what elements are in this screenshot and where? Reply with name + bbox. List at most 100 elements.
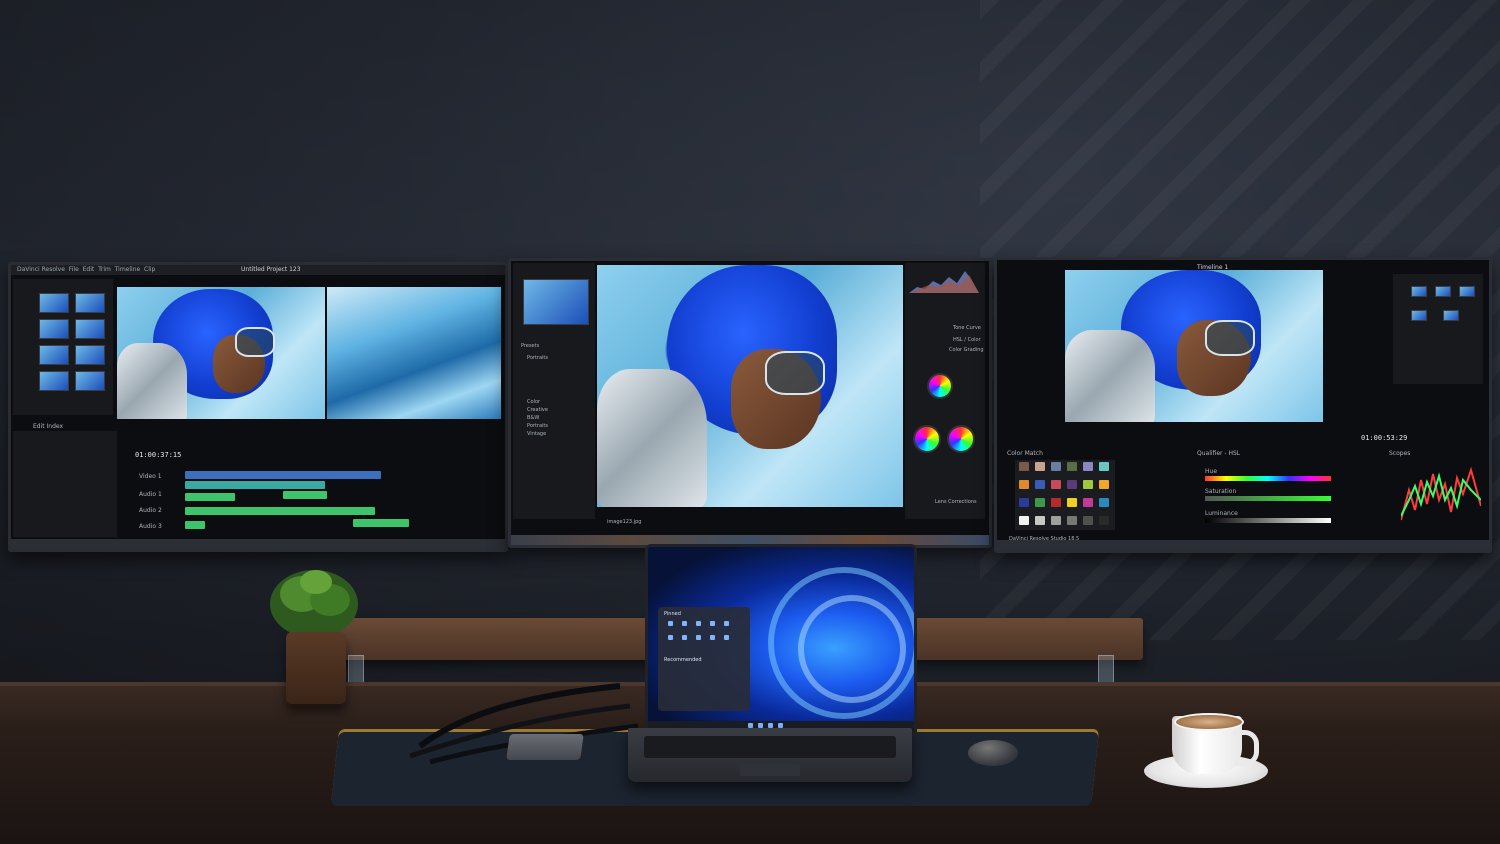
main-photo-viewer[interactable] [597,265,903,507]
swatch[interactable] [1019,480,1029,489]
media-thumbnail[interactable] [39,293,69,313]
node-graph[interactable] [1393,274,1483,384]
swatch[interactable] [1019,462,1029,471]
media-thumbnail[interactable] [39,371,69,391]
audio-clip[interactable] [283,491,327,499]
swatch[interactable] [1083,498,1093,507]
swatch[interactable] [1051,498,1061,507]
usb-hub [506,734,584,760]
app-icon[interactable] [710,635,715,640]
menu-item[interactable]: Trim [98,266,111,273]
swatch[interactable] [1019,498,1029,507]
app-icon[interactable] [682,635,687,640]
media-thumbnail[interactable] [75,319,105,339]
app-icon[interactable] [696,635,701,640]
node[interactable] [1411,286,1427,297]
video-clip[interactable] [185,481,325,489]
menu-item[interactable]: File [69,266,79,273]
swatch[interactable] [1083,516,1093,525]
navigator-thumbnail[interactable] [523,279,589,325]
start-menu[interactable]: Pinned Recommended [658,607,750,711]
media-thumbnail[interactable] [75,293,105,313]
cup-handle [1234,730,1259,766]
swatch[interactable] [1051,462,1061,471]
project-title: Untitled Project 123 [241,266,301,273]
app-icon[interactable] [668,635,673,640]
node[interactable] [1435,286,1451,297]
preset-item[interactable]: Portraits [527,355,548,361]
panel-label[interactable]: HSL / Color [953,337,981,343]
media-thumbnail[interactable] [39,345,69,365]
app-icon[interactable] [710,621,715,626]
laptop-base [628,728,912,782]
media-thumbnail[interactable] [75,345,105,365]
preset-item[interactable]: Color [527,399,540,405]
source-viewer[interactable] [117,287,325,419]
swatch[interactable] [1035,480,1045,489]
swatch[interactable] [1067,462,1077,471]
luminance-bar[interactable] [1205,518,1331,523]
grading-viewer[interactable] [1065,270,1323,422]
keyboard [644,736,896,758]
panel-label[interactable]: Lens Corrections [935,499,977,505]
timeline-viewer[interactable] [327,287,501,419]
hue-bar[interactable] [1205,476,1331,481]
plant-pot [286,632,346,704]
audio-clip[interactable] [185,507,375,515]
color-match-label[interactable]: Color Match [1007,450,1043,457]
media-thumbnail[interactable] [39,319,69,339]
preset-item[interactable]: Vintage [527,431,546,437]
swatch[interactable] [1099,516,1109,525]
color-wheel-midtones[interactable] [927,373,953,399]
video-clip[interactable] [185,471,381,479]
app-icon[interactable] [724,621,729,626]
swatch[interactable] [1067,498,1077,507]
audio-clip[interactable] [353,519,409,527]
panel-label[interactable]: Color Grading [949,347,984,353]
preset-item[interactable]: B&W [527,415,539,421]
media-pool-panel [13,279,113,415]
image-goggles [235,327,275,357]
qualifier-label[interactable]: Qualifier - HSL [1197,450,1240,457]
menu-item[interactable]: DaVinci Resolve [17,266,65,273]
panel-label[interactable]: Tone Curve [953,325,981,331]
image-jacket [597,369,707,507]
saturation-bar[interactable] [1205,496,1331,501]
swatch[interactable] [1067,480,1077,489]
node[interactable] [1459,286,1475,297]
swatch[interactable] [1099,498,1109,507]
swatch[interactable] [1035,498,1045,507]
menu-item[interactable]: Edit [83,266,95,273]
presets-header[interactable]: Presets [521,343,539,349]
media-thumbnail[interactable] [75,371,105,391]
app-icon[interactable] [668,621,673,626]
swatch[interactable] [1035,462,1045,471]
menu-item[interactable]: Clip [144,266,155,273]
scopes-label[interactable]: Scopes [1389,450,1410,457]
track-label: Audio 2 [139,507,162,514]
app-icon[interactable] [682,621,687,626]
node[interactable] [1443,310,1459,321]
swatch[interactable] [1067,516,1077,525]
node[interactable] [1411,310,1427,321]
swatch[interactable] [1051,516,1061,525]
swatch[interactable] [1099,462,1109,471]
app-icon[interactable] [724,635,729,640]
channel-label: Saturation [1205,488,1237,495]
swatch[interactable] [1099,480,1109,489]
preset-item[interactable]: Portraits [527,423,548,429]
swatch[interactable] [1035,516,1045,525]
color-wheel-shadows[interactable] [913,425,941,453]
swatch[interactable] [1083,462,1093,471]
audio-clip[interactable] [185,493,235,501]
preset-item[interactable]: Creative [527,407,548,413]
menu-item[interactable]: Timeline [115,266,141,273]
app-icon[interactable] [696,621,701,626]
audio-clip[interactable] [185,521,205,529]
swatch[interactable] [1083,480,1093,489]
swatch[interactable] [1051,480,1061,489]
edit-index-tab[interactable]: Edit Index [33,423,63,430]
color-wheel-highlights[interactable] [947,425,975,453]
filmstrip-filename: image123.jpg [607,519,642,525]
swatch[interactable] [1019,516,1029,525]
